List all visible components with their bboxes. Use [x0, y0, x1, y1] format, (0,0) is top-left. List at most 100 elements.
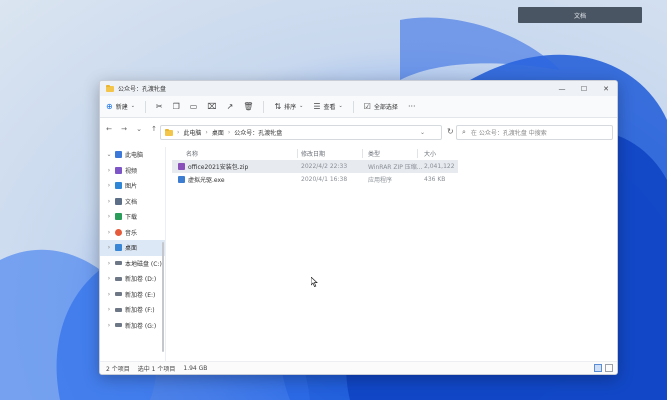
- more-options-button[interactable]: ···: [408, 102, 416, 111]
- sidebar-item-this-pc[interactable]: ⌄ 此电脑: [100, 147, 165, 163]
- address-bar[interactable]: › 此电脑 › 桌面 › 公众号：孔渡牝盘 ⌄: [160, 125, 442, 140]
- sidebar-item-documents[interactable]: › 文档: [100, 194, 165, 210]
- file-name-cell: office2021安装包.zip: [178, 160, 248, 173]
- sort-button[interactable]: ⇅ 排序 ⌄: [274, 102, 303, 111]
- sidebar-item-pictures[interactable]: › 图片: [100, 178, 165, 194]
- caret-icon[interactable]: ›: [106, 306, 112, 313]
- recent-chevron-icon[interactable]: ⌄: [135, 125, 143, 133]
- caret-icon[interactable]: ›: [106, 229, 112, 236]
- column-header-name[interactable]: 名称: [186, 147, 198, 160]
- sidebar-item-drive-g[interactable]: › 新加卷 (G:): [100, 318, 165, 334]
- view-icon: ☰: [313, 101, 321, 111]
- rename-button[interactable]: ⌧: [207, 102, 216, 111]
- sidebar-item-drive-d[interactable]: › 新加卷 (D:): [100, 271, 165, 287]
- sidebar-item-label: 新加卷 (D:): [125, 276, 157, 284]
- address-dropdown-icon[interactable]: ⌄: [420, 129, 425, 136]
- caret-icon[interactable]: ›: [106, 182, 112, 189]
- up-arrow-icon[interactable]: ↑: [150, 125, 158, 133]
- minimize-button[interactable]: —: [551, 81, 573, 96]
- chevron-down-icon: ⌄: [130, 103, 135, 109]
- file-size: 2,041,122: [424, 163, 455, 170]
- search-placeholder: 在 公众号：孔渡牝盘 中搜索: [470, 130, 547, 137]
- breadcrumb-current-folder[interactable]: 公众号：孔渡牝盘: [234, 128, 282, 137]
- sidebar-item-label: 新加卷 (F:): [125, 307, 155, 315]
- details-view-icon[interactable]: [594, 364, 602, 372]
- folder-icon: [106, 84, 114, 92]
- paste-button[interactable]: ▭: [190, 102, 198, 111]
- toolbar-divider: [144, 100, 146, 113]
- file-list: 名称 修改日期 类型 大小 office2021安装包.zip 2022/4/2…: [172, 147, 617, 361]
- window-title: 公众号：孔渡牝盘: [118, 86, 167, 93]
- caret-icon[interactable]: ›: [106, 213, 112, 220]
- file-explorer-window: 公众号：孔渡牝盘 — ☐ ✕ ⊕ 新建 ⌄ ✂ ❐ ▭ ⌧ ↗ 🗑 ⇅ 排序 ⌄…: [99, 80, 618, 375]
- column-divider[interactable]: [362, 149, 363, 158]
- sidebar-item-drive-c[interactable]: › 本地磁盘 (C:): [100, 256, 165, 272]
- caret-icon[interactable]: ⌄: [106, 151, 112, 158]
- view-button-label: 查看: [323, 104, 336, 111]
- column-header-type[interactable]: 类型: [368, 147, 380, 160]
- breadcrumb-this-pc[interactable]: 此电脑: [183, 128, 201, 137]
- table-row[interactable]: 虚拟光驱.exe 2020/4/1 16:38 应用程序 436 KB: [172, 173, 458, 186]
- select-all-icon: ☑: [363, 101, 371, 111]
- sidebar-item-downloads[interactable]: › 下载: [100, 209, 165, 225]
- breadcrumb-desktop[interactable]: 桌面: [212, 128, 224, 137]
- copy-button[interactable]: ❐: [172, 101, 180, 111]
- plus-circle-icon: ⊕: [106, 101, 113, 111]
- caret-icon[interactable]: ›: [106, 167, 112, 174]
- search-icon: ⌕: [462, 128, 466, 136]
- scissors-icon: ✂: [155, 101, 163, 111]
- close-button[interactable]: ✕: [595, 81, 617, 96]
- sidebar-item-music[interactable]: › 音乐: [100, 225, 165, 241]
- executable-icon: [178, 176, 185, 183]
- caret-icon[interactable]: ›: [106, 275, 112, 282]
- select-all-button[interactable]: ☑ 全部选择: [364, 102, 398, 111]
- cut-button[interactable]: ✂: [155, 101, 163, 111]
- desktop-icon: [115, 244, 122, 252]
- refresh-icon[interactable]: ↻: [447, 127, 454, 136]
- forward-arrow-icon[interactable]: →: [120, 125, 128, 133]
- delete-button[interactable]: 🗑: [243, 102, 253, 111]
- sidebar-item-videos[interactable]: › 视频: [100, 163, 165, 179]
- sidebar-item-drive-f[interactable]: › 新加卷 (F:): [100, 302, 165, 318]
- column-divider[interactable]: [297, 149, 298, 158]
- drive-icon: [115, 323, 122, 328]
- file-size: 436 KB: [424, 176, 446, 183]
- new-button-label: 新建: [115, 104, 128, 111]
- search-box[interactable]: ⌕ 在 公众号：孔渡牝盘 中搜索: [456, 125, 613, 140]
- sidebar-item-label: 新加卷 (E:): [125, 291, 156, 299]
- sort-icon: ⇅: [274, 101, 282, 111]
- file-name: office2021安装包.zip: [188, 164, 249, 171]
- sidebar-scrollbar[interactable]: [162, 242, 164, 352]
- download-icon: [115, 213, 122, 221]
- sidebar-item-label: 本地磁盘 (C:): [125, 260, 162, 268]
- drive-icon: [115, 276, 122, 281]
- tiles-view-icon[interactable]: [605, 364, 613, 372]
- column-header-date[interactable]: 修改日期: [301, 147, 325, 160]
- caret-icon[interactable]: ›: [106, 291, 112, 298]
- back-arrow-icon[interactable]: ←: [105, 125, 113, 133]
- sidebar-item-label: 文档: [125, 198, 138, 206]
- share-button[interactable]: ↗: [227, 102, 234, 111]
- maximize-button[interactable]: ☐: [573, 81, 595, 96]
- column-divider[interactable]: [417, 149, 418, 158]
- drive-icon: [115, 307, 122, 312]
- column-header-size[interactable]: 大小: [424, 147, 436, 160]
- select-all-label: 全部选择: [373, 104, 398, 111]
- caret-icon[interactable]: ›: [106, 260, 112, 267]
- selected-count: 选中 1 个项目: [137, 365, 176, 373]
- chevron-down-icon: ⌄: [338, 103, 343, 109]
- new-button[interactable]: ⊕ 新建 ⌄: [106, 102, 135, 111]
- toolbar-divider: [352, 100, 354, 113]
- sidebar-item-drive-e[interactable]: › 新加卷 (E:): [100, 287, 165, 303]
- table-row[interactable]: office2021安装包.zip 2022/4/2 22:33 WinRAR …: [172, 160, 458, 173]
- toolbar-divider: [263, 100, 265, 113]
- copy-icon: ❐: [172, 101, 180, 111]
- view-button[interactable]: ☰ 查看 ⌄: [313, 102, 342, 111]
- overlay-chip[interactable]: 文档: [518, 7, 642, 23]
- sidebar-item-label: 图片: [125, 183, 138, 191]
- caret-icon[interactable]: ›: [106, 322, 112, 329]
- file-name-cell: 虚拟光驱.exe: [178, 173, 225, 186]
- caret-icon[interactable]: ›: [106, 244, 112, 251]
- caret-icon[interactable]: ›: [106, 198, 112, 205]
- sidebar-item-desktop[interactable]: › 桌面: [100, 240, 165, 256]
